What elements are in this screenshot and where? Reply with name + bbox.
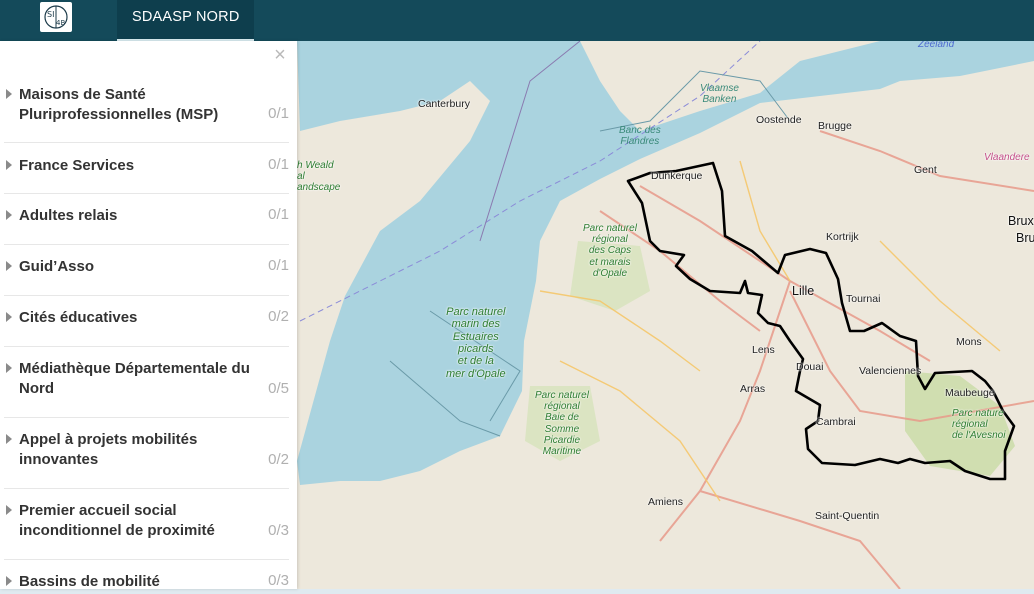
park-label: Parc naturel marin des Estuaires picards… — [446, 306, 506, 380]
list-item[interactable]: Cités éducatives 0/2 — [4, 296, 289, 347]
city-label: Saint-Quentin — [815, 510, 880, 522]
city-label: Dunkerque — [651, 170, 703, 182]
city-label: Valenciennes — [859, 365, 922, 377]
expand-triangle-icon[interactable] — [6, 434, 12, 444]
item-label: France Services — [19, 157, 135, 174]
region-label: Vlaandere — [984, 152, 1030, 163]
expand-triangle-icon[interactable] — [6, 89, 12, 99]
city-label: Amiens — [648, 496, 684, 508]
logo-icon: SI 4B — [44, 5, 68, 29]
city-label: Kortrijk — [826, 231, 859, 243]
list-item[interactable]: Appel à projets mobilités innovantes 0/2 — [4, 418, 289, 489]
park-label: Parc nature régional de l'Avesnoi — [952, 408, 1006, 442]
expand-triangle-icon[interactable] — [6, 160, 12, 170]
item-label: Guid’Asso — [19, 258, 95, 275]
app-logo[interactable]: SI 4B — [40, 2, 72, 32]
item-count: 0/1 — [268, 257, 289, 274]
item-count: 0/2 — [268, 308, 289, 325]
layers-panel: × Maisons de Santé Pluriprofessionnelles… — [0, 41, 297, 589]
city-label: Douai — [796, 361, 824, 373]
item-count: 0/1 — [268, 206, 289, 223]
expand-triangle-icon[interactable] — [6, 576, 12, 586]
park-label: Parc naturel régional des Caps et marais… — [583, 223, 637, 279]
item-label: Médiathèque Départementale du Nord — [19, 360, 250, 397]
item-count: 0/3 — [268, 572, 289, 589]
layer-list: Maisons de Santé Pluriprofessionnelles (… — [0, 83, 297, 589]
city-label: Maubeuge — [945, 387, 995, 399]
top-bar: SI 4B SDAASP NORD — [0, 0, 1034, 41]
tab-sdaasp-nord[interactable]: SDAASP NORD — [117, 0, 254, 41]
list-item[interactable]: France Services 0/1 — [4, 143, 289, 194]
city-label: Lille — [792, 284, 815, 298]
region-label: Zeeland — [918, 41, 955, 50]
city-label: Brugge — [818, 120, 852, 132]
list-item[interactable]: Guid’Asso 0/1 — [4, 245, 289, 296]
expand-triangle-icon[interactable] — [6, 312, 12, 322]
bottom-strip — [0, 589, 1034, 594]
item-count: 0/3 — [268, 522, 289, 539]
item-label: Bassins de mobilité — [19, 573, 160, 589]
city-label: Cambrai — [816, 416, 856, 428]
city-label: Gent — [914, 164, 937, 176]
city-label: Bru — [1016, 231, 1034, 245]
list-item[interactable]: Bassins de mobilité 0/3 — [4, 560, 289, 589]
item-count: 0/5 — [268, 380, 289, 397]
park-label: h Weald al andscape — [297, 160, 341, 194]
sea-label: Vlaamse Banken — [700, 83, 739, 105]
city-label: Lens — [752, 344, 775, 356]
city-label: Mons — [956, 336, 982, 348]
expand-triangle-icon[interactable] — [6, 363, 12, 373]
close-panel-button[interactable]: × — [272, 45, 288, 65]
sea-label: Banc des Flandres — [619, 125, 661, 147]
item-count: 0/2 — [268, 451, 289, 468]
svg-text:SI: SI — [47, 10, 54, 19]
city-label: Oostende — [756, 114, 802, 126]
item-label: Premier accueil social inconditionnel de… — [19, 502, 215, 539]
city-label: Arras — [740, 383, 766, 395]
item-label: Adultes relais — [19, 207, 118, 224]
list-item[interactable]: Maisons de Santé Pluriprofessionnelles (… — [4, 83, 289, 143]
expand-triangle-icon[interactable] — [6, 505, 12, 515]
city-label: Canterbury — [418, 98, 470, 110]
item-label: Appel à projets mobilités innovantes — [19, 431, 198, 468]
city-label: Tournai — [846, 293, 881, 305]
item-count: 0/1 — [268, 105, 289, 122]
city-label: Brux — [1008, 214, 1034, 228]
park-label: Parc naturel régional Baie de Somme Pica… — [535, 390, 589, 457]
item-label: Maisons de Santé Pluriprofessionnelles (… — [19, 86, 219, 123]
svg-text:4B: 4B — [56, 19, 65, 27]
expand-triangle-icon[interactable] — [6, 261, 12, 271]
expand-triangle-icon[interactable] — [6, 210, 12, 220]
list-item[interactable]: Médiathèque Départementale du Nord 0/5 — [4, 347, 289, 418]
item-label: Cités éducatives — [19, 309, 138, 326]
list-item[interactable]: Adultes relais 0/1 — [4, 194, 289, 245]
list-item[interactable]: Premier accueil social inconditionnel de… — [4, 489, 289, 560]
item-count: 0/1 — [268, 156, 289, 173]
